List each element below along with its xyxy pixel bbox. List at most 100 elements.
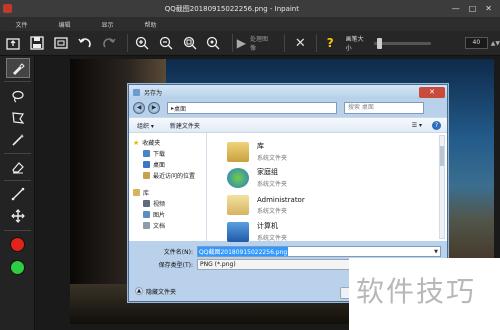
lasso-tool-icon[interactable] [6, 86, 30, 106]
zoom-in-icon[interactable] [132, 33, 151, 53]
clear-selection-icon[interactable]: ✕ [295, 36, 306, 51]
list-item-name: Administrator [257, 195, 305, 204]
brush-size-slider[interactable] [374, 37, 431, 49]
filename-label: 文件名(N): [163, 249, 193, 256]
process-image-button[interactable]: ▶ 处理图像 [237, 34, 272, 52]
file-list-scrollbar[interactable] [439, 135, 445, 239]
filetype-value: PNG (*.png) [200, 261, 236, 268]
list-item-name: 家庭组 [257, 168, 278, 176]
scrollbar-thumb[interactable] [440, 146, 444, 166]
list-item[interactable]: 库 系统文件夹 [227, 141, 287, 162]
toolbar-divider [231, 34, 233, 52]
brush-size-spinner-icon[interactable]: ▲▼ [491, 40, 500, 47]
dialog-icon [133, 88, 140, 96]
line-tool-icon[interactable] [6, 184, 30, 204]
back-icon[interactable]: ◀ [133, 102, 145, 114]
tool-divider [4, 153, 31, 154]
filename-input[interactable]: QQ截图20180915022256.png ▼ [197, 246, 441, 257]
move-tool-icon[interactable] [6, 206, 30, 226]
dialog-title: 另存为 [144, 89, 163, 97]
filename-row: 文件名(N): QQ截图20180915022256.png ▼ [135, 245, 447, 258]
app-icon [3, 4, 12, 13]
favorites-group[interactable]: ★ 收藏夹 [133, 137, 206, 148]
save-icon[interactable] [28, 33, 47, 53]
brush-size-slider-thumb[interactable] [377, 37, 383, 49]
file-list: 库 系统文件夹 家庭组 系统文件夹 Administrator 系统文件夹 计算… [207, 133, 447, 242]
filetype-label: 保存类型(T): [158, 262, 193, 269]
forward-icon[interactable]: ▶ [148, 102, 160, 114]
libraries-label: 库 [143, 190, 150, 197]
menu-bar: 文件 编辑 显示 帮助 [0, 17, 500, 31]
redo-icon[interactable] [100, 33, 119, 53]
videos-icon [143, 200, 150, 207]
list-item[interactable]: 家庭组 系统文件夹 [227, 167, 287, 188]
search-input[interactable]: 搜索 桌面 [344, 102, 424, 114]
dialog-command-bar: 组织 ▾ 新建文件夹 ☰ ▾ ? [129, 117, 447, 133]
brush-size-value[interactable]: 40 [464, 37, 488, 49]
dialog-title-bar: 另存为 ✕ [129, 85, 447, 99]
menu-help[interactable]: 帮助 [129, 20, 172, 29]
brush-size-label: 画笔大小 [345, 36, 364, 52]
computer-icon [227, 221, 249, 242]
list-item-text: 库 系统文件夹 [257, 141, 287, 162]
help-icon[interactable]: ? [327, 36, 334, 50]
library-folder-icon [227, 141, 249, 162]
address-bar[interactable]: ▸ 桌面 [167, 102, 337, 114]
view-options-button[interactable]: ☰ ▾ [412, 122, 422, 129]
minimize-button[interactable]: — [452, 4, 460, 13]
close-button[interactable]: ✕ [485, 4, 492, 13]
save-as-icon[interactable] [52, 33, 71, 53]
chevron-down-icon[interactable]: ▼ [434, 249, 438, 255]
hide-folders-button[interactable]: 隐藏文件夹 [146, 287, 176, 296]
polygon-lasso-tool-icon[interactable] [6, 108, 30, 128]
organize-button[interactable]: 组织 ▾ [137, 121, 154, 130]
zoom-actual-icon[interactable] [180, 33, 199, 53]
dialog-command-right: ☰ ▾ ? [412, 120, 441, 130]
navigation-pane: ★ 收藏夹 下载 桌面 最近访问的位置 库 视频 图片 文档 [129, 133, 207, 241]
open-file-icon[interactable] [4, 33, 23, 53]
nav-item-desktop[interactable]: 桌面 [133, 159, 206, 170]
maximize-button[interactable]: □ [469, 4, 477, 13]
desktop-icon [143, 161, 150, 168]
list-item-text: 家庭组 系统文件夹 [257, 167, 287, 188]
red-marker-color[interactable] [10, 237, 25, 252]
dialog-close-button[interactable]: ✕ [419, 86, 445, 98]
tool-divider [4, 230, 31, 231]
nav-item-recent[interactable]: 最近访问的位置 [133, 170, 206, 181]
list-item-desc: 系统文件夹 [257, 235, 288, 242]
nav-item-label: 文档 [153, 223, 166, 230]
dialog-help-icon[interactable]: ? [432, 120, 441, 130]
filename-value: QQ截图20180915022256.png [198, 247, 289, 256]
nav-item-pictures[interactable]: 图片 [133, 209, 206, 220]
favorites-label: 收藏夹 [142, 140, 161, 147]
nav-item-documents[interactable]: 文档 [133, 220, 206, 231]
green-marker-color[interactable] [10, 260, 25, 275]
tool-palette [0, 56, 35, 330]
zoom-out-icon[interactable] [156, 33, 175, 53]
list-item[interactable]: Administrator 系统文件夹 [227, 195, 305, 215]
recent-places-icon [143, 172, 150, 179]
dialog-nav-bar: ◀ ▶ ▸ 桌面 搜索 桌面 [129, 99, 447, 117]
nav-item-label: 最近访问的位置 [153, 173, 196, 180]
window-controls: — □ ✕ [452, 4, 492, 13]
zoom-fit-icon[interactable] [204, 33, 223, 53]
list-item-text: Administrator 系统文件夹 [257, 196, 305, 215]
toolbar-divider [127, 34, 129, 52]
list-item[interactable]: 计算机 系统文件夹 [227, 221, 287, 242]
menu-edit[interactable]: 编辑 [43, 20, 86, 29]
marker-tool-icon[interactable] [6, 58, 30, 78]
new-folder-button[interactable]: 新建文件夹 [170, 121, 200, 130]
tool-divider [4, 81, 31, 82]
undo-icon[interactable] [76, 33, 95, 53]
menu-view[interactable]: 显示 [86, 20, 129, 29]
library-icon [133, 189, 140, 196]
nav-item-downloads[interactable]: 下载 [133, 148, 206, 159]
nav-item-videos[interactable]: 视频 [133, 198, 206, 209]
collapse-icon[interactable]: ▲ [135, 287, 143, 295]
libraries-group[interactable]: 库 [133, 187, 206, 198]
pictures-icon [143, 211, 150, 218]
eraser-tool-icon[interactable] [6, 157, 30, 177]
menu-file[interactable]: 文件 [0, 20, 43, 29]
title-bar: QQ截图20180915022256.png - Inpaint — □ ✕ [0, 0, 500, 17]
magic-wand-tool-icon[interactable] [6, 130, 30, 150]
